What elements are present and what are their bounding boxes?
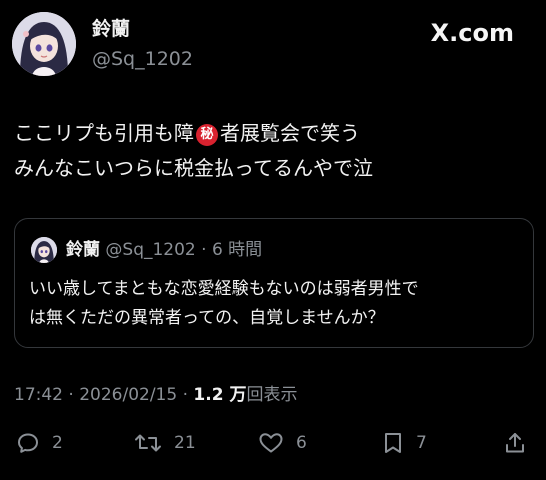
reply-button[interactable]: 2 [16,426,63,460]
retweet-button[interactable]: 21 [134,426,196,460]
bookmark-count: 7 [416,433,427,453]
like-icon [259,433,283,453]
tweet-text-segment: ここリプも引用も障 [14,121,194,145]
like-count: 6 [296,433,307,453]
quoted-tweet-text: いい歳してまともな恋愛経験もないのは弱者男性で は無くただの異常者っての、自覚し… [29,275,524,333]
bookmark-button[interactable]: 7 [382,426,427,460]
author-handle[interactable]: @Sq_1202 [92,47,193,71]
tweet-text-line-1: ここリプも引用も障秘者展覧会で笑う [14,116,534,151]
reply-icon [18,433,38,453]
views-count: 1.2 万 [193,385,247,405]
avatar-illustration [12,12,76,76]
x-com-logo: X.com [430,19,514,47]
author-display-name[interactable]: 鈴蘭 [92,17,130,41]
quoted-author-avatar [31,237,57,263]
quoted-text-line: いい歳してまともな恋愛経験もないのは弱者男性で [29,279,419,299]
bookmark-icon [385,433,401,453]
tweet-text-line-2: みんなこいつらに税金払ってるんやで泣 [14,156,373,180]
tweet-text: ここリプも引用も障秘者展覧会で笑う みんなこいつらに税金払ってるんやで泣 [14,116,534,186]
quoted-tweet-header: 鈴蘭 @Sq_1202 · 6 時間 [66,239,262,261]
quoted-tweet-card[interactable]: 鈴蘭 @Sq_1202 · 6 時間 いい歳してまともな恋愛経験もないのは弱者男… [14,218,534,348]
action-bar: 2 21 6 7 [0,426,546,460]
avatar-illustration [31,237,57,263]
tweet-timestamp[interactable]: 17:42 · 2026/02/15 · [14,385,193,405]
author-avatar[interactable] [12,12,76,76]
quoted-text-line: は無くただの異常者っての、自覚しませんか？ [29,308,385,328]
tweet-screenshot: 鈴蘭 @Sq_1202 X.com ここリプも引用も障秘者展覧会で笑う みんなこ… [0,0,546,480]
views-label: 回表示 [246,385,298,405]
share-icon [506,433,524,453]
reply-count: 2 [52,433,63,453]
retweet-icon [135,434,161,452]
tweet-text-segment: 者展覧会で笑う [220,121,360,145]
secret-emoji-icon: 秘 [196,124,218,146]
quoted-author-meta: @Sq_1202 · 6 時間 [105,240,263,260]
quoted-author-name: 鈴蘭 [66,240,100,260]
share-button[interactable] [503,426,527,460]
tweet-meta: 17:42 · 2026/02/15 · 1.2 万回表示 [14,384,297,406]
retweet-count: 21 [174,433,196,453]
like-button[interactable]: 6 [258,426,307,460]
